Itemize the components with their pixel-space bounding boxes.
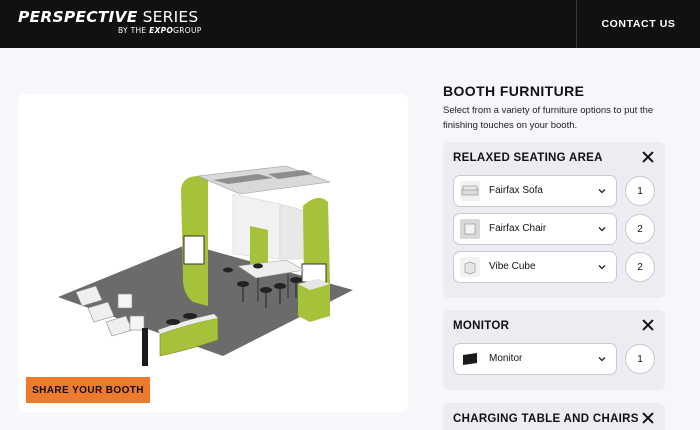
quantity-badge[interactable]: 2 — [625, 214, 655, 244]
cube-thumbnail-icon — [460, 257, 480, 277]
furniture-label: Monitor — [489, 353, 523, 364]
section-charging-table: CHARGING TABLE AND CHAIRS — [443, 403, 665, 430]
panel-description: Select from a variety of furniture optio… — [443, 105, 654, 131]
booth-preview-card: SHARE YOUR BOOTH — [18, 94, 408, 412]
brand-sub-bold: EXPO — [149, 26, 174, 35]
section-monitor: MONITOR Monitor 1 — [443, 310, 665, 390]
totem-sign — [142, 328, 148, 366]
brand-title: PERSPECTIVE SERIES — [18, 9, 202, 26]
close-icon[interactable] — [641, 411, 655, 425]
furniture-select[interactable]: Vibe Cube — [453, 251, 617, 283]
share-booth-button[interactable]: SHARE YOUR BOOTH — [26, 377, 150, 403]
brand-subtitle: BY THE EXPOGROUP — [118, 26, 202, 36]
contact-us-link[interactable]: CONTACT US — [577, 0, 700, 48]
chevron-down-icon — [598, 227, 606, 232]
section-title: RELAXED SEATING AREA — [453, 152, 603, 164]
booth-3d-render[interactable] — [18, 94, 408, 412]
brand-title-bold: PERSPECTIVE — [18, 8, 138, 26]
section-title: CHARGING TABLE AND CHAIRS — [453, 413, 639, 425]
furniture-label: Fairfax Chair — [489, 223, 547, 234]
brand-title-light: SERIES — [142, 8, 199, 26]
furniture-label: Fairfax Sofa — [489, 185, 543, 196]
chevron-down-icon — [598, 189, 606, 194]
chair-thumbnail-icon — [460, 219, 480, 239]
quantity-badge[interactable]: 2 — [625, 252, 655, 282]
furniture-select[interactable]: Fairfax Sofa — [453, 175, 617, 207]
furniture-select[interactable]: Fairfax Chair — [453, 213, 617, 245]
close-icon[interactable] — [641, 150, 655, 164]
top-header: PERSPECTIVE SERIES BY THE EXPOGROUP CONT… — [0, 0, 700, 48]
brand-logo[interactable]: PERSPECTIVE SERIES BY THE EXPOGROUP — [18, 9, 202, 36]
arch-right-screen — [301, 263, 327, 283]
arch-left-screen — [183, 235, 205, 265]
section-relaxed-seating: RELAXED SEATING AREA Fairfax Sofa 1 Fair… — [443, 142, 665, 298]
brand-sub-suffix: GROUP — [173, 26, 202, 35]
chevron-down-icon — [598, 357, 606, 362]
sofa-thumbnail-icon — [460, 181, 480, 201]
furniture-select[interactable]: Monitor — [453, 343, 617, 375]
quantity-badge[interactable]: 1 — [625, 176, 655, 206]
section-title: MONITOR — [453, 320, 510, 332]
quantity-badge[interactable]: 1 — [625, 344, 655, 374]
panel-title: BOOTH FURNITURE — [443, 83, 585, 99]
chevron-down-icon — [598, 265, 606, 270]
furniture-label: Vibe Cube — [489, 261, 536, 272]
close-icon[interactable] — [641, 318, 655, 332]
monitor-thumbnail-icon — [463, 353, 477, 365]
brand-sub-prefix: BY THE — [118, 26, 150, 35]
